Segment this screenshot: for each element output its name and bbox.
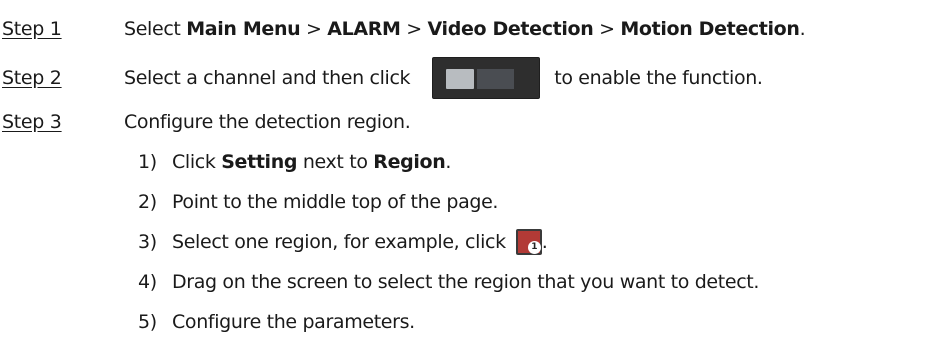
- region-label: Region: [373, 151, 446, 173]
- setting-label: Setting: [221, 151, 298, 173]
- substep-3: 3) Select one region, for example, click…: [138, 227, 548, 257]
- step-text: Select a channel and then click to enabl…: [124, 57, 763, 99]
- menu-separator: >: [300, 18, 328, 40]
- substep-2: 2) Point to the middle top of the page.: [138, 187, 498, 217]
- menu-separator: >: [400, 18, 428, 40]
- substep-1: 1) Click Setting next to Region .: [138, 147, 451, 177]
- text-fragment: Select a channel and then click: [124, 67, 411, 89]
- substep-number: 5): [138, 311, 157, 333]
- region-1-icon: 1: [515, 229, 542, 255]
- menu-alarm: ALARM: [327, 18, 401, 40]
- substep-text: Drag on the screen to select the region …: [172, 271, 760, 293]
- substep-text: Point to the middle top of the page.: [172, 191, 499, 213]
- text-fragment: .: [799, 18, 806, 40]
- step-label: Step 2: [2, 67, 62, 89]
- region-number-badge: 1: [527, 241, 541, 254]
- menu-separator: >: [593, 18, 621, 40]
- step-text: Configure the detection region.: [124, 111, 411, 133]
- text-fragment: Select: [124, 18, 187, 40]
- substep-text: Select one region, for example, click: [172, 231, 506, 253]
- text-fragment: Click: [172, 151, 222, 173]
- menu-video-detection: Video Detection: [427, 18, 594, 40]
- toggle-slot: [477, 69, 515, 89]
- step-label: Step 1: [2, 18, 62, 40]
- substep-number: 4): [138, 271, 157, 293]
- toggle-knob: [446, 69, 475, 89]
- substep-5: 5) Configure the parameters.: [138, 307, 415, 337]
- step-label: Step 3: [2, 111, 62, 133]
- menu-motion-detection: Motion Detection: [620, 18, 800, 40]
- substep-number: 3): [138, 231, 157, 253]
- substep-number: 2): [138, 191, 157, 213]
- toggle-switch-icon: [432, 57, 541, 99]
- text-fragment: next to: [297, 151, 374, 173]
- document-page: Step 1 Select Main Menu > ALARM > Video …: [0, 0, 943, 347]
- substep-4: 4) Drag on the screen to select the regi…: [138, 267, 759, 297]
- text-fragment: to enable the function.: [554, 67, 763, 89]
- text-fragment: .: [445, 151, 452, 173]
- substep-number: 1): [138, 151, 157, 173]
- menu-main-menu: Main Menu: [186, 18, 301, 40]
- text-fragment: .: [541, 231, 548, 253]
- step-text: Select Main Menu > ALARM > Video Detecti…: [124, 18, 806, 40]
- substep-text: Configure the parameters.: [172, 311, 415, 333]
